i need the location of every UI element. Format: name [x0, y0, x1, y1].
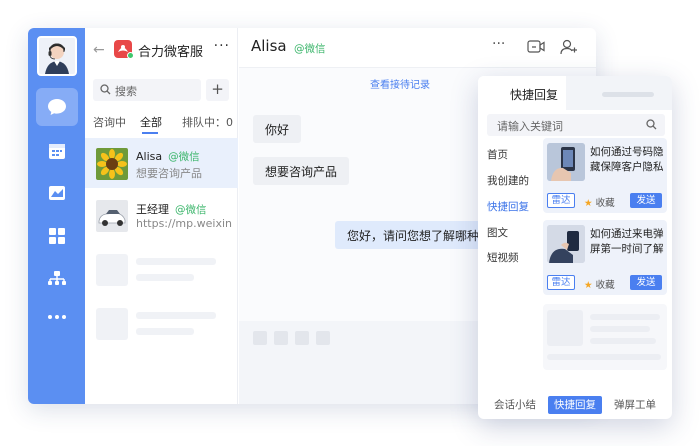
keyword-search-placeholder: 请输入关键词 [497, 120, 563, 133]
send-button[interactable]: 发送 [630, 193, 662, 208]
view-history-link[interactable]: 查看接待记录 [370, 76, 430, 91]
placeholder-line [590, 326, 650, 332]
quick-reply-card[interactable]: 如何通过来电弹屏第一时间了解客户 雷达 ★ 收藏 发送 [543, 220, 667, 295]
chart-icon [49, 186, 65, 200]
footer-tab-ticket[interactable]: 弹屏工单 [614, 396, 656, 414]
arrow-left-icon[interactable]: ← [93, 42, 105, 58]
category-mine[interactable]: 我创建的 [487, 173, 529, 188]
category-short-video[interactable]: 短视频 [487, 250, 519, 265]
keyword-search-input[interactable]: 请输入关键词 [487, 114, 665, 136]
card-thumbnail [547, 225, 585, 263]
panel-tab-quick-reply[interactable]: 快捷回复 [478, 76, 566, 110]
footer-tab-quick-reply[interactable]: 快捷回复 [548, 396, 602, 414]
conversation-item[interactable]: 王经理@微信 https://mp.weixin.qq.com [85, 190, 238, 240]
placeholder-line [547, 354, 661, 360]
placeholder-line [136, 258, 216, 265]
chat-more-button[interactable]: ··· [492, 36, 505, 52]
search-icon [100, 84, 111, 95]
placeholder-line [590, 314, 660, 320]
category-article[interactable]: 图文 [487, 225, 508, 240]
quick-reply-card[interactable]: 如何通过号码隐藏保障客户隐私 雷达 ★ 收藏 发送 [543, 138, 667, 213]
conversation-preview: 想要咨询产品 [136, 167, 202, 180]
grid-icon [49, 228, 65, 244]
tab-queue[interactable]: 排队中：0 [182, 114, 233, 130]
placeholder-avatar [96, 308, 128, 340]
calendar-icon [49, 144, 65, 159]
composer-tool-icon[interactable] [253, 331, 267, 345]
add-button[interactable]: + [206, 79, 229, 101]
placeholder-line [590, 338, 656, 344]
conversation-list-panel: ← 合力微客服 ··· 搜索 + 咨询中 全部 排队中：0 Alisa @微信 … [85, 28, 238, 404]
rail-apps[interactable] [36, 217, 78, 255]
conversation-source: @微信 [175, 204, 207, 216]
placeholder-card [543, 304, 667, 370]
favorite-button[interactable]: ★ 收藏 [584, 277, 615, 291]
conversation-preview: https://mp.weixin.qq.com [136, 217, 232, 230]
conversation-item[interactable]: Alisa @微信 想要咨询产品 [85, 138, 238, 188]
rail-org[interactable] [36, 260, 78, 298]
placeholder-avatar [96, 254, 128, 286]
agent-avatar-image [39, 38, 75, 74]
list-header: ← 合力微客服 ··· [85, 38, 238, 62]
more-icon [48, 315, 66, 319]
conversation-name: 王经理 @微信 [136, 203, 207, 216]
composer-tool-icon[interactable] [316, 331, 330, 345]
composer-tool-icon[interactable] [274, 331, 288, 345]
online-status-dot [127, 52, 134, 59]
radar-button[interactable]: 雷达 [547, 275, 575, 290]
star-icon: ★ [584, 280, 593, 291]
quick-reply-panel: 快捷回复 请输入关键词 首页 我创建的 快捷回复 图文 短视频 如何通过号码隐藏… [478, 76, 672, 419]
favorite-button[interactable]: ★ 收藏 [584, 195, 615, 209]
car-avatar [96, 200, 128, 232]
conversation-source: @微信 [168, 151, 200, 163]
rail-calendar[interactable] [36, 132, 78, 170]
add-user-icon[interactable] [560, 39, 578, 55]
agent-avatar[interactable] [37, 36, 77, 76]
stage: ← 合力微客服 ··· 搜索 + 咨询中 全部 排队中：0 Alisa @微信 … [0, 0, 700, 446]
left-rail [28, 28, 85, 404]
incoming-message: 你好 [253, 115, 302, 143]
placeholder-line [136, 328, 194, 335]
card-title: 如何通过号码隐藏保障客户隐私 [590, 146, 664, 173]
search-icon [646, 119, 657, 130]
search-input[interactable]: 搜索 [93, 79, 201, 101]
placeholder-line [136, 274, 194, 281]
card-thumbnail [547, 143, 585, 181]
composer-tool-icon[interactable] [295, 331, 309, 345]
radar-button[interactable]: 雷达 [547, 193, 575, 208]
contact-name: Alisa [251, 37, 287, 55]
tab-active-indicator [142, 132, 158, 134]
video-call-icon[interactable] [527, 39, 545, 55]
placeholder-line [136, 312, 216, 319]
contact-source: @微信 [294, 43, 326, 55]
tab-consulting[interactable]: 咨询中 [93, 114, 126, 130]
card-title: 如何通过来电弹屏第一时间了解客户 [590, 228, 664, 255]
footer-tab-summary[interactable]: 会话小结 [494, 396, 536, 414]
category-quick-reply[interactable]: 快捷回复 [487, 199, 529, 214]
send-button[interactable]: 发送 [630, 275, 662, 290]
list-more-button[interactable]: ··· [214, 38, 230, 54]
panel-footer: 会话小结 快捷回复 弹屏工单 [478, 395, 672, 419]
incoming-message: 想要咨询产品 [253, 157, 350, 185]
search-placeholder: 搜索 [115, 85, 137, 98]
tab-all[interactable]: 全部 [140, 114, 162, 130]
placeholder-line [602, 92, 654, 97]
app-name: 合力微客服 [138, 45, 204, 60]
rail-chart[interactable] [36, 174, 78, 212]
outgoing-message: 您好，请问您想了解哪种产品 [335, 221, 495, 249]
list-tabs: 咨询中 全部 排队中：0 [85, 114, 238, 134]
chat-bubble-icon [48, 99, 66, 115]
org-tree-icon [48, 271, 66, 285]
conversation-name: Alisa @微信 [136, 150, 200, 163]
star-icon: ★ [584, 198, 593, 209]
category-home[interactable]: 首页 [487, 147, 508, 162]
placeholder-thumb [547, 310, 583, 346]
rail-chat[interactable] [36, 88, 78, 126]
rail-more[interactable] [36, 298, 78, 336]
panel-title: 快捷回复 [510, 88, 559, 102]
sunflower-avatar [96, 148, 128, 180]
chat-header: Alisa @微信 ··· [239, 28, 596, 68]
